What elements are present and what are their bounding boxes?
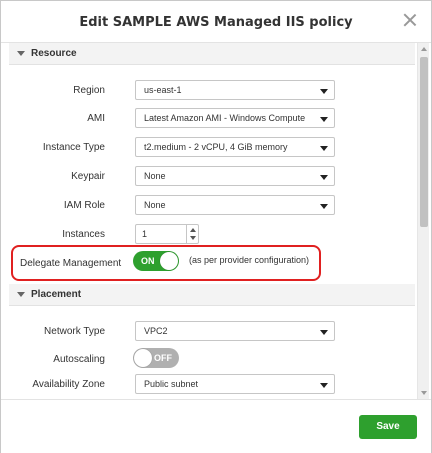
iam-role-value: None xyxy=(144,200,166,210)
network-type-value: VPC2 xyxy=(144,326,168,336)
edit-policy-dialog: Edit SAMPLE AWS Managed IIS policy Resou… xyxy=(0,0,432,453)
save-button[interactable]: Save xyxy=(359,415,417,439)
increment-icon[interactable] xyxy=(190,228,196,232)
chevron-down-icon xyxy=(320,383,328,388)
network-type-label: Network Type xyxy=(44,326,105,337)
chevron-down-icon xyxy=(320,330,328,335)
vertical-scrollbar[interactable] xyxy=(417,43,429,399)
availability-zone-value: Public subnet xyxy=(144,379,199,389)
caret-down-icon xyxy=(17,292,25,297)
chevron-down-icon xyxy=(320,146,328,151)
toggle-state: OFF xyxy=(154,353,172,363)
chevron-down-icon xyxy=(320,117,328,122)
ami-select[interactable]: Latest Amazon AMI - Windows Compute xyxy=(135,108,335,128)
dialog-title: Edit SAMPLE AWS Managed IIS policy xyxy=(79,15,353,30)
instance-type-select[interactable]: t2.medium - 2 vCPU, 4 GiB memory xyxy=(135,137,335,157)
region-value: us-east-1 xyxy=(144,85,182,95)
ami-value: Latest Amazon AMI - Windows Compute xyxy=(144,113,306,123)
scrollbar-thumb[interactable] xyxy=(420,57,428,227)
iam-role-select[interactable]: None xyxy=(135,195,335,215)
region-select[interactable]: us-east-1 xyxy=(135,80,335,100)
placement-section-header[interactable]: Placement xyxy=(9,284,415,306)
instances-value: 1 xyxy=(142,229,148,239)
scroll-down-icon[interactable] xyxy=(421,391,427,395)
chevron-down-icon xyxy=(320,204,328,209)
resource-section-header[interactable]: Resource xyxy=(9,43,415,65)
keypair-select[interactable]: None xyxy=(135,166,335,186)
instances-label: Instances xyxy=(62,229,105,240)
decrement-icon[interactable] xyxy=(190,236,196,240)
section-label: Resource xyxy=(31,48,77,59)
close-icon[interactable] xyxy=(403,13,417,27)
toggle-knob xyxy=(134,349,152,367)
dialog-header: Edit SAMPLE AWS Managed IIS policy xyxy=(1,1,431,43)
dialog-footer: Save xyxy=(1,399,431,453)
delegate-management-hint: (as per provider configuration) xyxy=(189,255,310,265)
chevron-down-icon xyxy=(320,89,328,94)
availability-zone-label: Availability Zone xyxy=(32,379,105,390)
toggle-knob xyxy=(160,252,178,270)
keypair-value: None xyxy=(144,171,166,181)
scroll-up-icon[interactable] xyxy=(421,47,427,51)
iam-role-label: IAM Role xyxy=(63,200,105,211)
delegate-management-toggle[interactable]: ON xyxy=(133,251,179,271)
dialog-content[interactable]: Resource Region us-east-1 AMI Latest Ama… xyxy=(1,43,417,399)
autoscaling-toggle[interactable]: OFF xyxy=(133,348,179,368)
keypair-label: Keypair xyxy=(71,171,105,182)
region-label: Region xyxy=(73,85,105,96)
ami-label: AMI xyxy=(87,113,105,124)
chevron-down-icon xyxy=(320,175,328,180)
instance-type-value: t2.medium - 2 vCPU, 4 GiB memory xyxy=(144,142,288,152)
toggle-state: ON xyxy=(141,256,155,266)
instances-stepper[interactable]: 1 xyxy=(135,224,199,244)
section-label: Placement xyxy=(31,289,82,300)
availability-zone-select[interactable]: Public subnet xyxy=(135,374,335,394)
delegate-management-label: Delegate Management xyxy=(20,258,122,269)
autoscaling-label: Autoscaling xyxy=(53,354,105,365)
caret-down-icon xyxy=(17,51,25,56)
network-type-select[interactable]: VPC2 xyxy=(135,321,335,341)
instance-type-label: Instance Type xyxy=(42,142,105,153)
stepper-controls[interactable] xyxy=(186,225,198,243)
